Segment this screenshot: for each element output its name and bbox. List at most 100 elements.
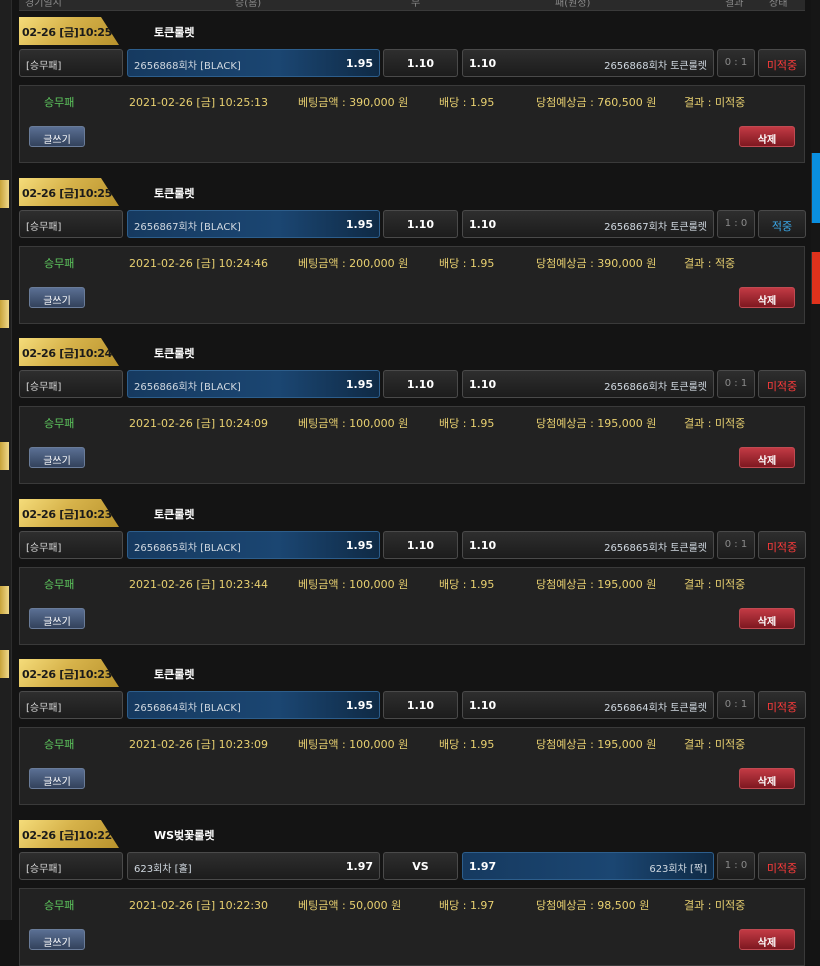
detail-bet-amount: 베팅금액 : 100,000 원 bbox=[298, 578, 409, 591]
detail-bet-type: 승무패 bbox=[44, 899, 75, 912]
away-odds-button[interactable]: 1.97 623회차 [짝] bbox=[462, 852, 714, 880]
delete-button[interactable]: 삭제 bbox=[739, 608, 795, 629]
bet-detail-panel: 승무패 2021-02-26 [금] 10:24:09 베팅금액 : 100,0… bbox=[19, 406, 805, 484]
away-label: 623회차 [짝] bbox=[649, 864, 707, 875]
bet-type-button[interactable]: [승무패] bbox=[19, 49, 123, 77]
detail-result: 결과 : 적중 bbox=[684, 257, 736, 270]
result-status: 미적중 bbox=[766, 59, 798, 72]
bet-item: 02-26 [금]10:22 WS벚꽃룰렛 [승무패] 623회차 [홀] 1.… bbox=[19, 820, 806, 966]
away-label: 2656864회차 토큰룰렛 bbox=[604, 703, 707, 714]
header-home: 승(홈) bbox=[235, 0, 262, 9]
home-odds-button[interactable]: 2656864회차 [BLACK] 1.95 bbox=[127, 691, 380, 719]
detail-odds: 배당 : 1.95 bbox=[439, 738, 495, 751]
draw-odds: 1.10 bbox=[406, 57, 435, 70]
right-banner-blue[interactable] bbox=[811, 153, 820, 223]
game-name: 토큰룰렛 bbox=[154, 508, 195, 521]
delete-button[interactable]: 삭제 bbox=[739, 929, 795, 950]
detail-bet-amount: 베팅금액 : 390,000 원 bbox=[298, 96, 409, 109]
draw-odds-button[interactable]: VS bbox=[383, 852, 458, 880]
draw-odds-button[interactable]: 1.10 bbox=[383, 49, 458, 77]
right-banner-red[interactable] bbox=[811, 252, 820, 304]
home-label: 2656868회차 [BLACK] bbox=[134, 61, 241, 72]
home-odds-button[interactable]: 2656866회차 [BLACK] 1.95 bbox=[127, 370, 380, 398]
delete-label: 삭제 bbox=[757, 456, 777, 467]
bet-date-tag: 02-26 [금]10:22 bbox=[19, 820, 119, 848]
away-label: 2656868회차 토큰룰렛 bbox=[604, 61, 707, 72]
bet-date: 02-26 [금]10:22 bbox=[22, 829, 112, 842]
bet-detail-panel: 승무패 2021-02-26 [금] 10:22:30 베팅금액 : 50,00… bbox=[19, 888, 805, 966]
right-panel-edge bbox=[811, 0, 820, 920]
bet-type-button[interactable]: [승무패] bbox=[19, 691, 123, 719]
write-post-button[interactable]: 글쓰기 bbox=[29, 608, 85, 629]
bet-type-label: [승무패] bbox=[26, 543, 62, 554]
bet-date: 02-26 [금]10:23 bbox=[22, 508, 112, 521]
away-odds: 1.10 bbox=[469, 539, 497, 552]
bet-type-button[interactable]: [승무패] bbox=[19, 531, 123, 559]
draw-odds-button[interactable]: 1.10 bbox=[383, 691, 458, 719]
write-post-button[interactable]: 글쓰기 bbox=[29, 768, 85, 789]
write-post-button[interactable]: 글쓰기 bbox=[29, 929, 85, 950]
delete-button[interactable]: 삭제 bbox=[739, 768, 795, 789]
bet-type-label: [승무패] bbox=[26, 61, 62, 72]
detail-result: 결과 : 미적중 bbox=[684, 96, 746, 109]
bet-type-button[interactable]: [승무패] bbox=[19, 210, 123, 238]
detail-expected-win: 당첨예상금 : 195,000 원 bbox=[536, 578, 657, 591]
away-label: 2656867회차 토큰룰렛 bbox=[604, 222, 707, 233]
home-odds-button[interactable]: 2656868회차 [BLACK] 1.95 bbox=[127, 49, 380, 77]
bet-item: 02-26 [금]10:23 토큰룰렛 [승무패] 2656865회차 [BLA… bbox=[19, 499, 806, 645]
score-box: 0 : 1 bbox=[717, 691, 755, 719]
result-status: 미적중 bbox=[766, 862, 798, 875]
draw-odds: 1.10 bbox=[406, 378, 435, 391]
result-status-box: 미적중 bbox=[758, 852, 806, 880]
detail-datetime: 2021-02-26 [금] 10:23:44 bbox=[129, 578, 269, 591]
away-odds-button[interactable]: 1.10 2656864회차 토큰룰렛 bbox=[462, 691, 714, 719]
detail-result: 결과 : 미적중 bbox=[684, 738, 746, 751]
detail-bet-type: 승무패 bbox=[44, 578, 75, 591]
result-status: 미적중 bbox=[766, 701, 798, 714]
home-odds-button[interactable]: 2656865회차 [BLACK] 1.95 bbox=[127, 531, 380, 559]
away-odds-button[interactable]: 1.10 2656868회차 토큰룰렛 bbox=[462, 49, 714, 77]
draw-odds-button[interactable]: 1.10 bbox=[383, 531, 458, 559]
detail-datetime: 2021-02-26 [금] 10:22:30 bbox=[129, 899, 269, 912]
delete-label: 삭제 bbox=[757, 135, 777, 146]
away-odds: 1.10 bbox=[469, 218, 497, 231]
write-post-label: 글쓰기 bbox=[43, 938, 71, 949]
write-post-button[interactable]: 글쓰기 bbox=[29, 126, 85, 147]
draw-odds-button[interactable]: 1.10 bbox=[383, 210, 458, 238]
away-odds-button[interactable]: 1.10 2656866회차 토큰룰렛 bbox=[462, 370, 714, 398]
bet-odds-row: [승무패] 2656867회차 [BLACK] 1.95 1.10 1.10 2… bbox=[19, 210, 806, 240]
bet-type-label: [승무패] bbox=[26, 382, 62, 393]
detail-odds: 배당 : 1.95 bbox=[439, 578, 495, 591]
delete-button[interactable]: 삭제 bbox=[739, 447, 795, 468]
detail-odds: 배당 : 1.95 bbox=[439, 96, 495, 109]
home-odds-button[interactable]: 623회차 [홀] 1.97 bbox=[127, 852, 380, 880]
game-name: WS벚꽃룰렛 bbox=[154, 829, 215, 842]
bet-type-button[interactable]: [승무패] bbox=[19, 852, 123, 880]
detail-bet-type: 승무패 bbox=[44, 417, 75, 430]
bet-date-tag: 02-26 [금]10:23 bbox=[19, 659, 119, 687]
bet-date: 02-26 [금]10:24 bbox=[22, 347, 112, 360]
home-odds: 1.95 bbox=[345, 57, 373, 70]
detail-bet-type: 승무패 bbox=[44, 96, 75, 109]
left-tab-marker bbox=[0, 180, 9, 208]
home-odds-button[interactable]: 2656867회차 [BLACK] 1.95 bbox=[127, 210, 380, 238]
bet-type-button[interactable]: [승무패] bbox=[19, 370, 123, 398]
write-post-button[interactable]: 글쓰기 bbox=[29, 287, 85, 308]
detail-odds: 배당 : 1.95 bbox=[439, 417, 495, 430]
bet-item: 02-26 [금]10:25 토큰룰렛 [승무패] 2656867회차 [BLA… bbox=[19, 178, 806, 324]
away-label: 2656866회차 토큰룰렛 bbox=[604, 382, 707, 393]
result-status-box: 미적중 bbox=[758, 370, 806, 398]
delete-button[interactable]: 삭제 bbox=[739, 126, 795, 147]
bet-odds-row: [승무패] 2656866회차 [BLACK] 1.95 1.10 1.10 2… bbox=[19, 370, 806, 400]
score-box: 0 : 1 bbox=[717, 370, 755, 398]
detail-expected-win: 당첨예상금 : 195,000 원 bbox=[536, 417, 657, 430]
draw-odds-button[interactable]: 1.10 bbox=[383, 370, 458, 398]
home-odds: 1.95 bbox=[345, 539, 373, 552]
delete-button[interactable]: 삭제 bbox=[739, 287, 795, 308]
detail-odds: 배당 : 1.97 bbox=[439, 899, 495, 912]
detail-expected-win: 당첨예상금 : 390,000 원 bbox=[536, 257, 657, 270]
away-odds-button[interactable]: 1.10 2656865회차 토큰룰렛 bbox=[462, 531, 714, 559]
bet-odds-row: [승무패] 2656864회차 [BLACK] 1.95 1.10 1.10 2… bbox=[19, 691, 806, 721]
write-post-button[interactable]: 글쓰기 bbox=[29, 447, 85, 468]
away-odds-button[interactable]: 1.10 2656867회차 토큰룰렛 bbox=[462, 210, 714, 238]
